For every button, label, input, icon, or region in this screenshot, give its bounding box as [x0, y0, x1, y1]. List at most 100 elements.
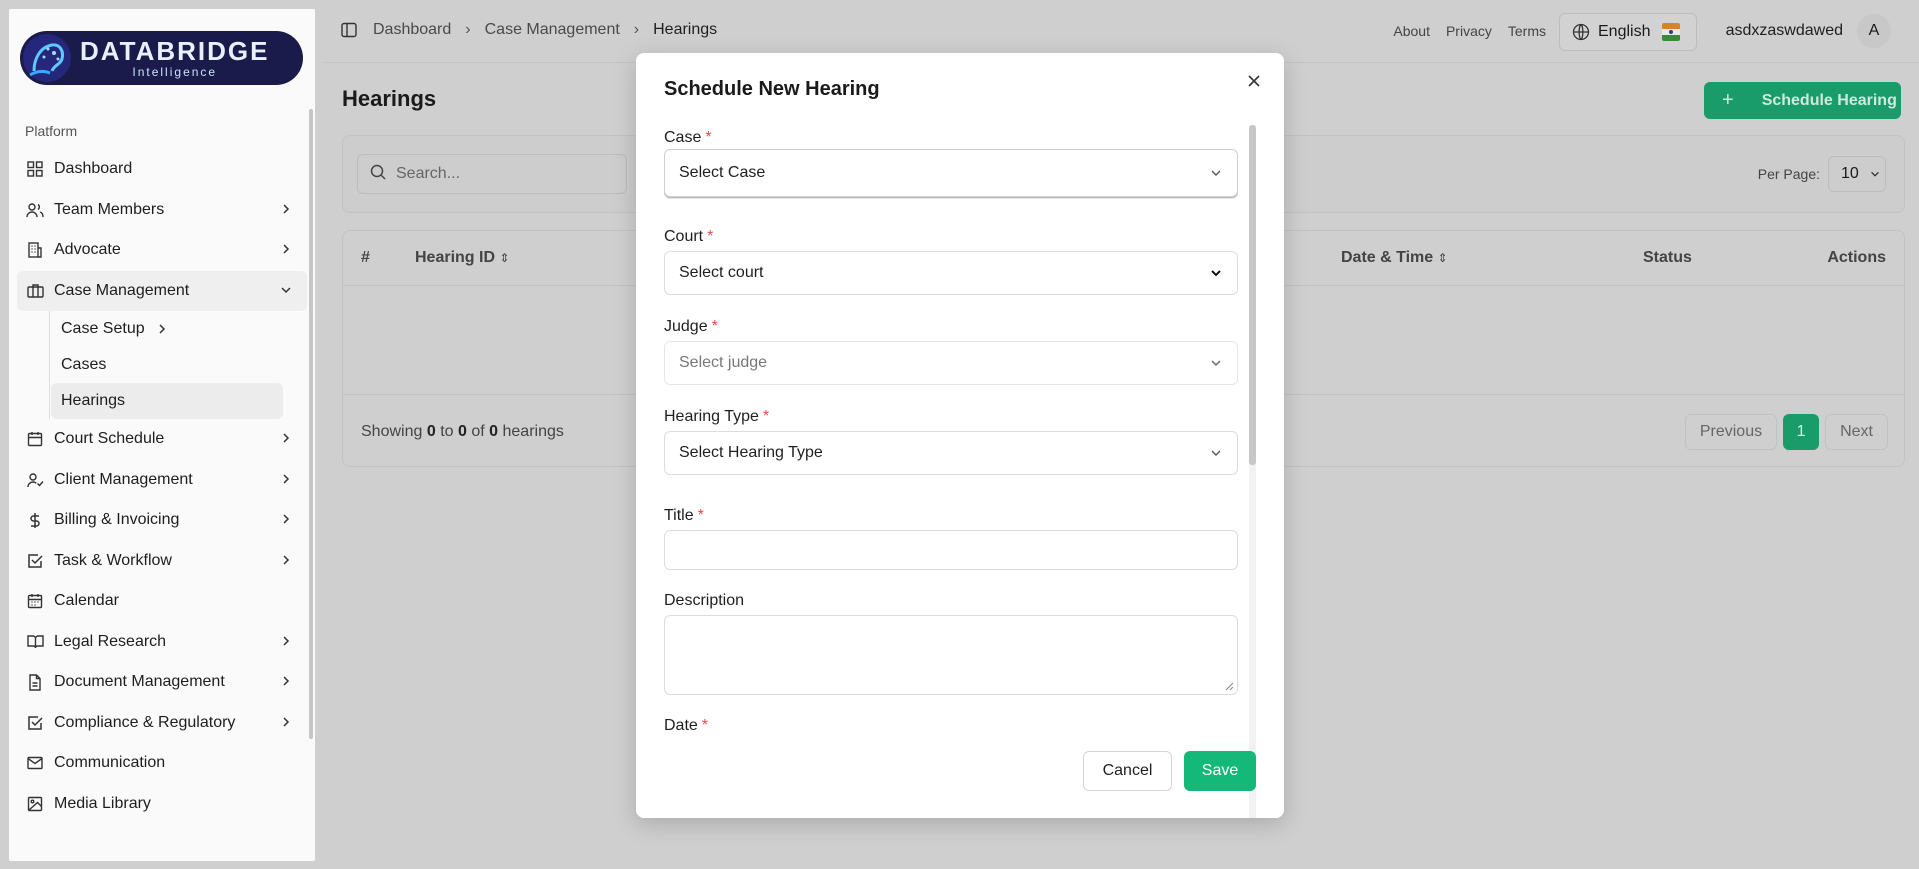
chevron-right-icon: [159, 324, 165, 334]
column-status: Status: [1643, 249, 1692, 266]
sidebar-item-court-schedule[interactable]: Court Schedule: [17, 419, 307, 460]
pagination: Previous 1 Next: [1684, 414, 1888, 450]
per-page-value: 10: [1841, 165, 1859, 182]
sidebar-toggle-icon[interactable]: [341, 22, 357, 43]
sidebar-item-document-management[interactable]: Document Management: [17, 662, 307, 703]
dollar-icon: [25, 510, 45, 530]
hearing-type-select-value: Select Hearing Type: [679, 444, 823, 461]
calendar-icon: [25, 591, 45, 611]
case-select[interactable]: Select Case: [664, 149, 1238, 197]
per-page-label: Per Page:: [1757, 166, 1820, 182]
hearing-type-label: Hearing Type *: [664, 408, 769, 426]
chevron-down-icon: [1211, 360, 1221, 367]
case-select-value: Select Case: [679, 164, 766, 181]
sidebar-item-communication[interactable]: Communication: [17, 743, 307, 784]
sidebar-item-label: Document Management: [54, 673, 225, 691]
sidebar-subitem-hearings[interactable]: Hearings: [51, 383, 283, 419]
chevron-right-icon: [283, 433, 290, 443]
language-selector[interactable]: English: [1559, 13, 1697, 51]
column-hearing-id[interactable]: Hearing ID ⇕: [415, 249, 510, 267]
breadcrumb-case-management[interactable]: Case Management: [485, 21, 620, 39]
chevron-right-icon: [283, 473, 290, 484]
case-label: Case *: [664, 129, 712, 147]
per-page-select[interactable]: 10: [1828, 156, 1886, 192]
user-check-icon: [25, 470, 45, 490]
sidebar: DATABRIDGE Intelligence Platform Dashboa…: [9, 9, 315, 861]
sidebar-item-advocate[interactable]: Advocate: [17, 230, 307, 271]
previous-page-button[interactable]: Previous: [1684, 414, 1778, 450]
sidebar-item-label: Team Members: [54, 200, 165, 218]
sidebar-item-legal-research[interactable]: Legal Research: [17, 622, 307, 663]
chevron-right-icon: [283, 554, 290, 565]
showing-from: 0: [426, 423, 436, 440]
close-icon[interactable]: [1242, 69, 1266, 93]
chevron-down-icon: [1211, 450, 1221, 456]
sidebar-scrollbar[interactable]: [309, 109, 313, 739]
required-mark: *: [705, 129, 712, 146]
showing-to: 0: [457, 423, 467, 440]
search-input[interactable]: Search...: [357, 154, 627, 194]
court-select[interactable]: Select court: [664, 251, 1238, 295]
hearing-type-select[interactable]: Select Hearing Type: [664, 431, 1238, 475]
next-page-button[interactable]: Next: [1825, 414, 1888, 450]
brain-logo-icon: [20, 31, 74, 85]
sidebar-item-case-management[interactable]: Case Management: [17, 270, 307, 311]
column-date-time[interactable]: Date & Time ⇕: [1341, 249, 1448, 267]
chevron-down-icon: [281, 286, 291, 293]
judge-label-text: Judge: [664, 318, 708, 335]
cancel-button[interactable]: Cancel: [1083, 751, 1172, 791]
sidebar-item-calendar[interactable]: Calendar: [17, 581, 307, 622]
showing-of-word: of: [471, 423, 485, 440]
required-mark: *: [711, 318, 718, 335]
sidebar-item-label: Calendar: [54, 592, 119, 610]
privacy-link[interactable]: Privacy: [1446, 23, 1492, 39]
showing-suffix: hearings: [502, 423, 564, 440]
chevron-down-icon: [1870, 171, 1879, 177]
schedule-hearing-button[interactable]: + Schedule Hearing: [1704, 82, 1901, 119]
sidebar-item-label: Task & Workflow: [54, 551, 172, 569]
title-input[interactable]: [664, 530, 1238, 570]
sidebar-subitem-label: Cases: [61, 356, 107, 373]
required-mark: *: [707, 228, 714, 245]
date-label: Date *: [664, 717, 708, 735]
sidebar-item-billing-invoicing[interactable]: Billing & Invoicing: [17, 500, 307, 541]
date-label-text: Date: [664, 717, 698, 734]
user-name[interactable]: asdxzaswdawed: [1726, 22, 1843, 40]
sidebar-item-compliance-regulatory[interactable]: Compliance & Regulatory: [17, 703, 307, 744]
breadcrumb-dashboard[interactable]: Dashboard: [373, 21, 451, 39]
resize-handle-icon[interactable]: [1225, 682, 1234, 691]
grid-icon: [25, 159, 45, 179]
sidebar-item-label: Billing & Invoicing: [54, 511, 180, 529]
sidebar-item-client-management[interactable]: Client Management: [17, 460, 307, 501]
brand-title: DATABRIDGE: [80, 36, 270, 66]
modal-scrollbar[interactable]: [1249, 125, 1256, 465]
description-label: Description: [664, 592, 744, 610]
sidebar-item-task-workflow[interactable]: Task & Workflow: [17, 541, 307, 582]
terms-link[interactable]: Terms: [1508, 23, 1546, 39]
sidebar-subitem-case-setup[interactable]: Case Setup: [51, 311, 283, 347]
globe-icon: [1572, 23, 1590, 41]
briefcase-icon: [25, 281, 45, 301]
image-icon: [25, 794, 45, 814]
sidebar-item-media-library[interactable]: Media Library: [17, 784, 307, 825]
sidebar-item-label: Court Schedule: [54, 430, 165, 448]
judge-select[interactable]: Select judge: [664, 341, 1238, 385]
court-label-text: Court: [664, 228, 704, 245]
page-title: Hearings: [342, 86, 437, 111]
schedule-hearing-modal: Schedule New Hearing Case * Select Case C…: [636, 53, 1284, 818]
about-link[interactable]: About: [1393, 23, 1430, 39]
avatar[interactable]: A: [1857, 14, 1891, 48]
search-placeholder: Search...: [396, 165, 461, 182]
case-management-submenu: Case Setup Cases Hearings: [17, 311, 307, 419]
sidebar-subitem-cases[interactable]: Cases: [51, 347, 283, 383]
sort-icon: ⇕: [1437, 251, 1448, 265]
sidebar-item-team-members[interactable]: Team Members: [17, 190, 307, 231]
brand-logo[interactable]: DATABRIDGE Intelligence: [20, 31, 303, 85]
sidebar-subitem-label: Case Setup: [61, 320, 145, 337]
required-mark: *: [762, 408, 770, 425]
hearing-type-label-text: Hearing Type: [664, 408, 759, 425]
page-1-button[interactable]: 1: [1783, 414, 1820, 450]
save-button[interactable]: Save: [1184, 751, 1256, 791]
sidebar-item-dashboard[interactable]: Dashboard: [17, 149, 307, 190]
description-textarea[interactable]: [664, 615, 1238, 695]
